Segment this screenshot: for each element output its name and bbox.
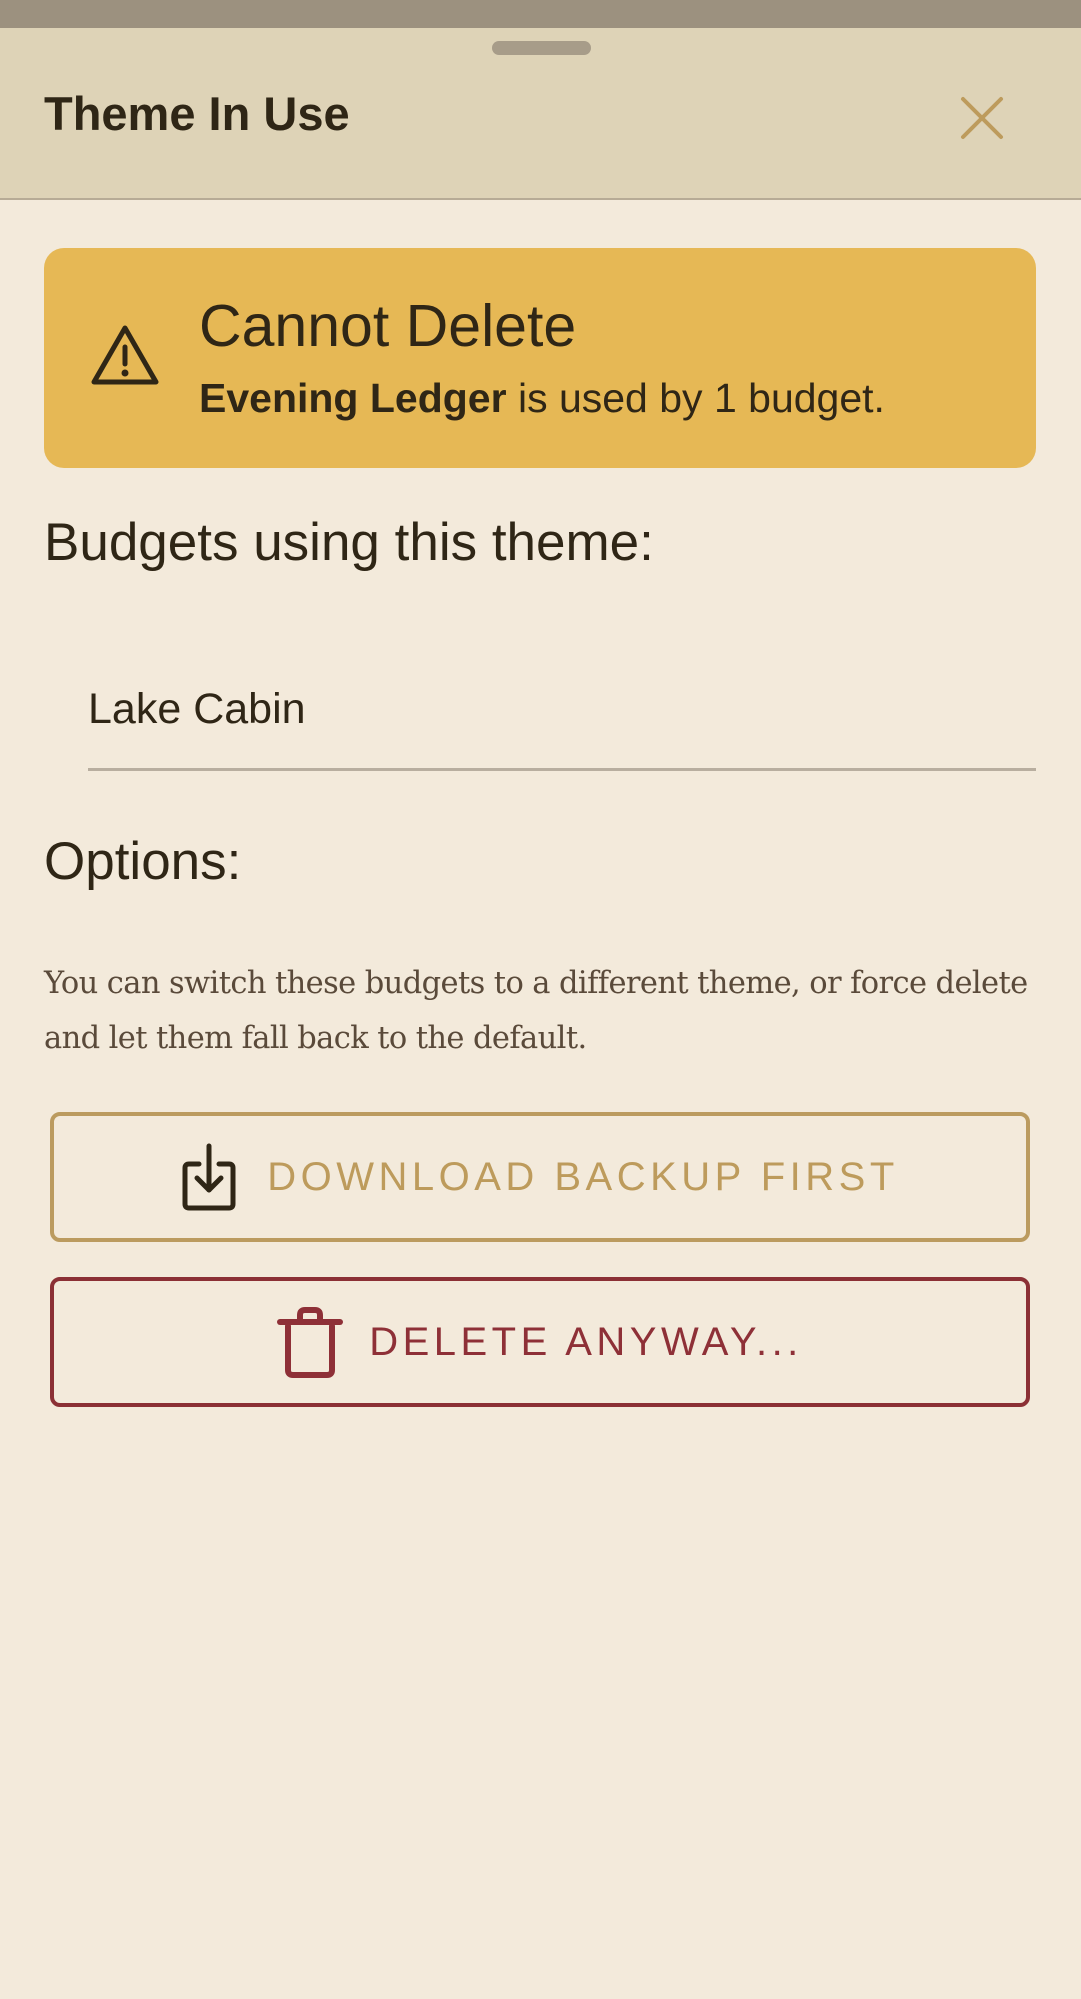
theme-name: Evening Ledger	[199, 375, 507, 421]
drag-handle[interactable]	[492, 41, 591, 55]
close-button[interactable]	[952, 88, 1012, 148]
delete-anyway-button[interactable]: DELETE ANYWAY...	[50, 1277, 1030, 1407]
sheet-title: Theme In Use	[44, 87, 350, 140]
theme-in-use-sheet: Theme In Use Cannot Delete Evening Ledge…	[0, 28, 1081, 1999]
budgets-heading: Budgets using this theme:	[44, 513, 654, 572]
close-icon	[961, 97, 1003, 139]
budget-list-item[interactable]: Lake Cabin	[88, 658, 1036, 771]
download-backup-button[interactable]: DOWNLOAD BACKUP FIRST	[50, 1112, 1030, 1242]
download-icon	[181, 1142, 237, 1212]
warning-triangle-icon	[91, 325, 159, 385]
backdrop-scrim[interactable]	[0, 0, 1081, 28]
budget-item-label: Lake Cabin	[88, 685, 306, 733]
warning-message: Evening Ledger is used by 1 budget.	[199, 373, 885, 423]
options-heading: Options:	[44, 832, 242, 891]
download-backup-label: DOWNLOAD BACKUP FIRST	[267, 1154, 899, 1199]
warning-title: Cannot Delete	[199, 293, 577, 359]
delete-anyway-label: DELETE ANYWAY...	[369, 1319, 803, 1364]
options-description: You can switch these budgets to a differ…	[44, 966, 1028, 1056]
warning-message-suffix: is used by 1 budget.	[506, 375, 885, 421]
trash-icon	[277, 1306, 344, 1378]
warning-banner: Cannot Delete Evening Ledger is used by …	[44, 248, 1036, 468]
sheet-header: Theme In Use	[0, 28, 1081, 200]
